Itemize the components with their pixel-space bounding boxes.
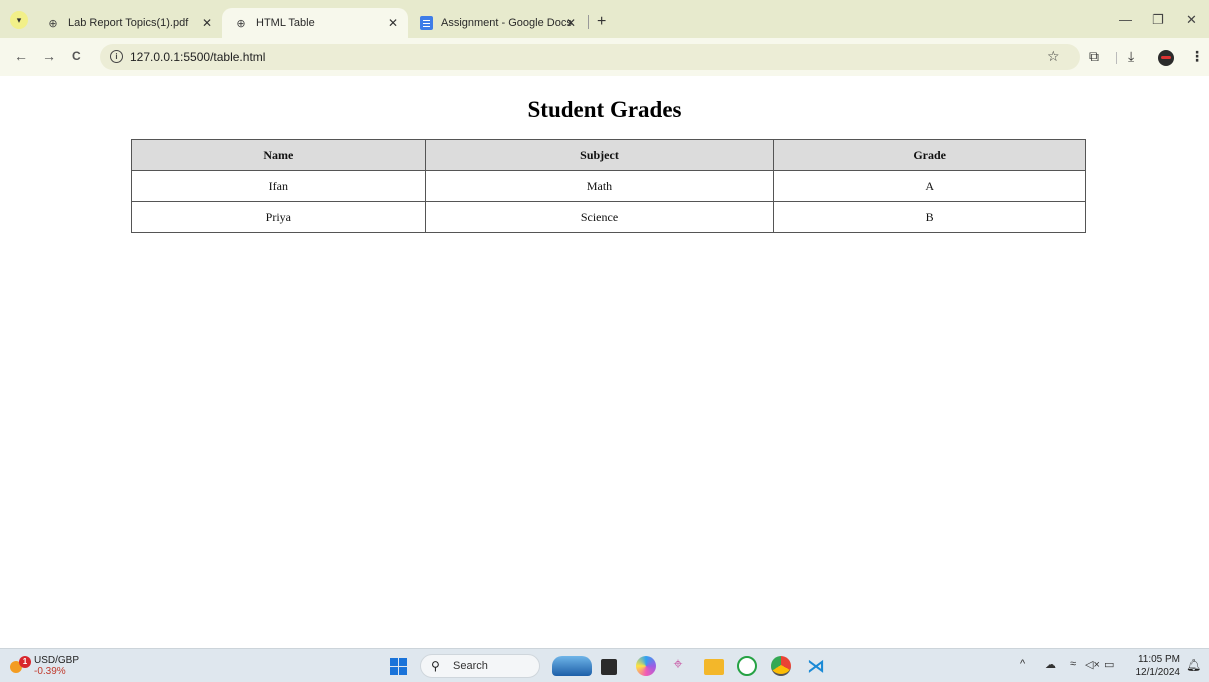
tab-lab-report[interactable]: ⊕ Lab Report Topics(1).pdf ✕: [34, 8, 222, 38]
reload-button[interactable]: C: [72, 49, 81, 63]
extensions-icon[interactable]: ⧉: [1089, 48, 1099, 65]
close-tab-icon[interactable]: ✕: [388, 16, 398, 30]
page-title: Student Grades: [527, 97, 682, 122]
bookmark-star-icon[interactable]: ☆: [1047, 48, 1060, 65]
profile-avatar[interactable]: [1158, 50, 1174, 66]
column-header-grade: Grade: [773, 139, 1086, 171]
notification-badge: 1: [19, 656, 31, 668]
site-info-icon[interactable]: i: [110, 50, 123, 63]
tab-strip: ▾ ⊕ Lab Report Topics(1).pdf ✕ ⊕ HTML Ta…: [0, 0, 1209, 38]
globe-icon: ⊕: [48, 17, 58, 30]
tray-overflow-chevron-icon[interactable]: ^: [1020, 658, 1025, 670]
column-header-subject: Subject: [424, 139, 775, 171]
url-text[interactable]: 127.0.0.1:5500/table.html: [130, 50, 265, 64]
tab-html-table[interactable]: ⊕ HTML Table ✕: [222, 8, 408, 38]
widget-value: -0.39%: [34, 666, 66, 677]
windows-taskbar: 1 USD/GBP -0.39% ⚲ Search ⌖ ⋊ ^ ☁ ≈ ◁× ▭…: [0, 648, 1209, 682]
grades-table: Name Subject Grade Ifan Math A Priya Sci…: [131, 139, 1086, 233]
column-header-name: Name: [131, 139, 426, 171]
widget-icon: 1: [10, 656, 31, 674]
search-placeholder: Search: [453, 660, 488, 672]
task-view-icon[interactable]: [601, 659, 617, 675]
widget-name: USD/GBP: [34, 655, 80, 666]
tab-google-docs[interactable]: Assignment - Google Docs ✕: [408, 8, 586, 38]
volume-mute-icon[interactable]: ◁×: [1085, 658, 1100, 671]
close-tab-icon[interactable]: ✕: [566, 16, 576, 30]
tab-separator: [588, 15, 589, 29]
system-clock[interactable]: 11:05 PM 12/1/2024: [1130, 653, 1181, 679]
chrome-icon[interactable]: [771, 656, 791, 676]
clock-date: 12/1/2024: [1135, 667, 1181, 678]
windows-start-icon[interactable]: [390, 658, 407, 675]
close-tab-icon[interactable]: ✕: [202, 16, 212, 30]
cell-name: Priya: [131, 201, 426, 233]
notification-bell-icon[interactable]: 🔔︎: [1186, 658, 1201, 672]
wifi-icon[interactable]: ≈: [1070, 658, 1076, 670]
clock-time: 11:05 PM: [1137, 654, 1180, 665]
download-icon[interactable]: ⤓: [1128, 48, 1134, 65]
restore-button[interactable]: ❐: [1152, 12, 1164, 28]
new-tab-button[interactable]: +: [597, 14, 606, 30]
weather-landscape-icon[interactable]: [552, 656, 592, 676]
tab-search-dropdown-icon[interactable]: ▾: [10, 11, 28, 29]
browser-toolbar: ← → C i 127.0.0.1:5500/table.html ☆ ⧉ ⤓ …: [0, 38, 1209, 76]
snipping-tool-icon[interactable]: ⌖: [670, 656, 686, 676]
tab-label: HTML Table: [256, 17, 315, 29]
back-button[interactable]: ←: [14, 48, 28, 64]
address-bar[interactable]: i 127.0.0.1:5500/table.html: [100, 44, 1080, 70]
close-window-button[interactable]: ✕: [1186, 12, 1197, 28]
cell-grade: A: [773, 170, 1086, 202]
table-row: Priya Science B: [131, 201, 1086, 233]
battery-icon[interactable]: ▭: [1104, 658, 1114, 671]
taskbar-search[interactable]: ⚲ Search: [420, 654, 540, 678]
cell-subject: Math: [424, 170, 775, 202]
table-row: Ifan Math A: [131, 170, 1086, 202]
forward-button[interactable]: →: [42, 48, 56, 64]
minimize-button[interactable]: —: [1119, 12, 1132, 27]
vscode-icon[interactable]: ⋊: [806, 656, 826, 676]
whatsapp-icon[interactable]: [737, 656, 757, 676]
cell-grade: B: [773, 201, 1086, 233]
globe-icon: ⊕: [236, 17, 246, 30]
menu-kebab-icon[interactable]: ⋮: [1190, 48, 1204, 65]
tray-app-icon[interactable]: ☁: [1045, 658, 1056, 671]
tab-label: Lab Report Topics(1).pdf: [68, 17, 189, 29]
toolbar-separator: [1116, 52, 1117, 64]
tab-label: Assignment - Google Docs: [441, 17, 572, 29]
google-docs-icon: [420, 16, 433, 30]
copilot-icon[interactable]: [636, 656, 656, 676]
file-explorer-icon[interactable]: [704, 659, 724, 675]
table-header-row: Name Subject Grade: [131, 139, 1086, 171]
cell-subject: Science: [424, 201, 775, 233]
cell-name: Ifan: [131, 170, 426, 202]
search-icon: ⚲: [431, 659, 440, 673]
market-widget[interactable]: 1 USD/GBP -0.39%: [8, 654, 98, 678]
